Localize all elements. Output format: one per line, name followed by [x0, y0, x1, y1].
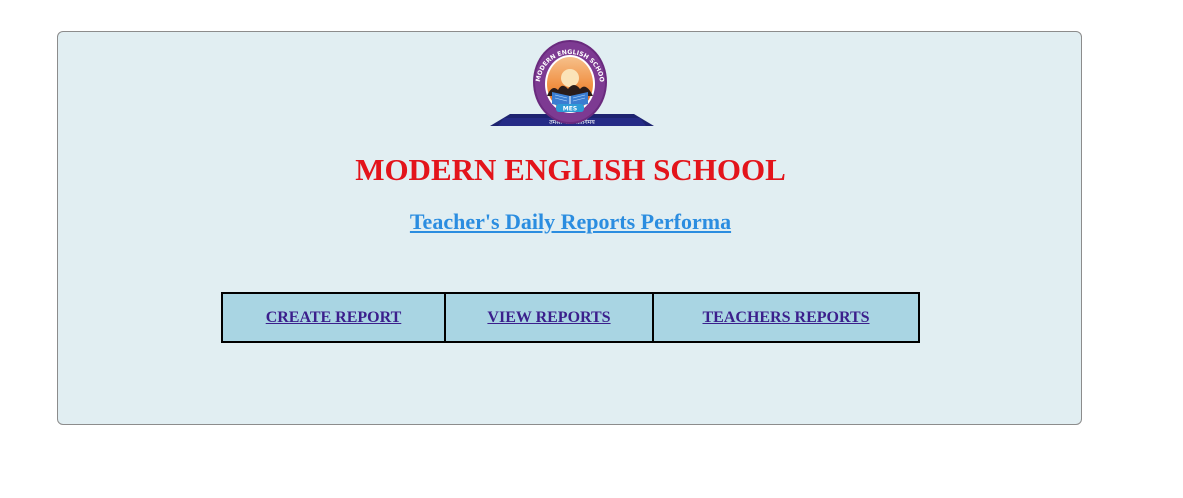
- nav-row: CREATE REPORT VIEW REPORTS TEACHERS REPO…: [221, 292, 920, 343]
- main-panel: तमसो मा ज्योतिर्गमय MODERN ENGLISH SCHOO…: [57, 31, 1082, 425]
- teachers-reports-link[interactable]: TEACHERS REPORTS: [702, 309, 869, 326]
- subtitle-container: Teacher's Daily Reports Performa: [58, 208, 1083, 239]
- school-logo: तमसो मा ज्योतिर्गमय MODERN ENGLISH SCHOO…: [490, 40, 654, 126]
- subtitle-link[interactable]: Teacher's Daily Reports Performa: [410, 209, 731, 234]
- nav-cell-view: VIEW REPORTS: [444, 292, 654, 343]
- create-report-link[interactable]: CREATE REPORT: [266, 309, 402, 326]
- nav-cell-create: CREATE REPORT: [221, 292, 446, 343]
- school-name-title: MODERN ENGLISH SCHOOL: [355, 152, 786, 187]
- view-reports-link[interactable]: VIEW REPORTS: [487, 309, 610, 326]
- nav-table: CREATE REPORT VIEW REPORTS TEACHERS REPO…: [221, 292, 920, 343]
- logo-badge: MES: [563, 106, 577, 113]
- nav-cell-teachers: TEACHERS REPORTS: [652, 292, 920, 343]
